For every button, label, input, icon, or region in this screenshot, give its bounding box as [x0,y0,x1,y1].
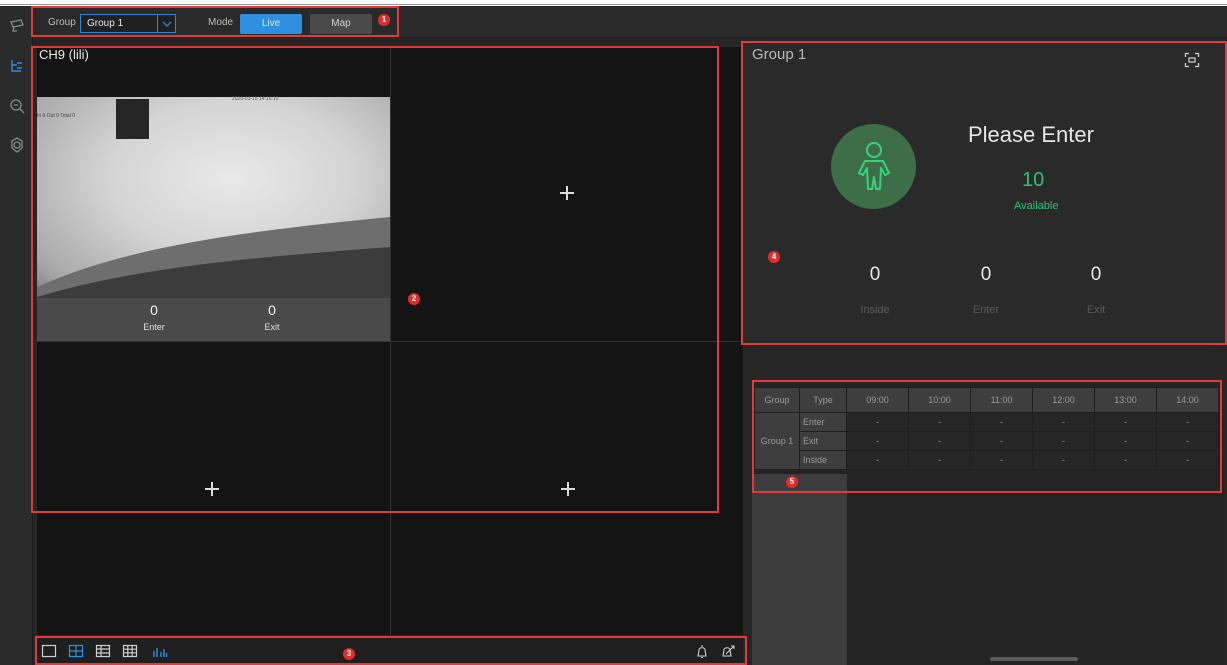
camera-feed[interactable] [37,97,390,298]
horizontal-scrollbar[interactable] [990,657,1078,661]
value-cell: - [1156,412,1219,432]
value-cell: - [908,450,971,470]
value-cell: - [908,412,971,432]
table-row: Exit - - - - - - [755,431,1219,451]
header-hour: 11:00 [970,387,1033,413]
value-cell: - [1032,431,1095,451]
value-cell: - [970,431,1033,451]
channel-title: CH9 (lili) [39,47,89,62]
value-cell: - [908,431,971,451]
window-top-edge [0,0,1227,5]
panel-enter-count: 0 [980,264,992,285]
group-select-value: Group 1 [87,18,124,29]
enter-count-block: 0 Enter [124,302,184,332]
value-cell: - [970,450,1033,470]
value-cell: - [970,412,1033,432]
header-hour: 09:00 [846,387,909,413]
annotation-marker: 1 [378,14,390,26]
people-counting-icon[interactable] [4,53,30,79]
value-cell: - [1032,412,1095,432]
group-select[interactable]: Group 1 [80,14,176,33]
stats-table: Group Type 09:00 10:00 11:00 12:00 13:00… [754,387,1219,470]
header-type: Type [799,387,847,413]
add-channel-icon[interactable] [560,186,574,200]
table-row: Group 1 Enter - - - - - - [754,412,1219,470]
exit-count-block: 0 Exit [242,302,302,332]
group-cell: Group 1 [754,412,800,470]
stats-table-side [752,474,847,665]
value-cell: - [1094,412,1157,432]
camera-icon[interactable] [4,12,30,38]
inside-count: 0 [869,264,881,285]
exit-count: 0 [268,302,276,318]
table-row: Inside - - - - - - [755,450,1219,470]
inside-stat: 0 Inside [845,264,905,316]
exit-stat: 0 Exit [1066,264,1126,316]
value-cell: - [1094,450,1157,470]
type-cell: Exit [799,431,847,451]
type-cell: Enter [799,412,847,432]
osd-counts: In 0 Out 0 Total 0 [37,113,75,119]
mode-live-button[interactable]: Live [240,14,302,34]
layout-4-icon[interactable] [68,643,84,659]
available-label: Available [1014,200,1059,212]
osd-timestamp: 2026-03-15 14:16:10 [232,96,279,102]
layout-9-icon[interactable] [122,643,138,659]
enter-stat: 0 Enter [956,264,1016,316]
panel-exit-count: 0 [1090,264,1102,285]
reset-count-icon[interactable] [720,643,736,659]
value-cell: - [846,450,909,470]
value-cell: - [1156,431,1219,451]
mode-label: Mode [208,17,234,28]
people-flow-icon[interactable] [152,643,168,659]
group-label: Group [48,17,76,28]
grid-divider-horizontal [37,341,743,342]
person-status-circle [831,124,916,209]
exit-label: Exit [264,322,280,332]
value-cell: - [1156,450,1219,470]
value-cell: - [1094,431,1157,451]
annotation-marker: 2 [408,293,420,305]
enter-count: 0 [150,302,158,318]
header-hour: 10:00 [908,387,971,413]
header-group: Group [754,387,800,413]
panel-enter-label: Enter [972,304,1000,316]
add-channel-icon[interactable] [205,482,219,496]
mode-map-button[interactable]: Map [310,14,372,34]
layout-1-icon[interactable] [41,643,57,659]
layout-6-icon[interactable] [95,643,111,659]
header-hour: 14:00 [1156,387,1219,413]
settings-icon[interactable] [4,132,30,158]
chevron-down-icon[interactable] [157,15,175,32]
annotation-marker: 5 [786,476,798,488]
header-hour: 13:00 [1094,387,1157,413]
value-cell: - [1032,450,1095,470]
search-icon[interactable] [4,93,30,119]
available-count: 10 [1022,169,1045,191]
enter-label: Enter [143,322,165,332]
panel-exit-label: Exit [1086,304,1106,316]
occupancy-group-title: Group 1 [752,46,807,63]
value-cell: - [846,431,909,451]
clear-alarm-icon[interactable] [694,643,710,659]
occupancy-status-text: Please Enter [968,122,1094,147]
fullscreen-icon[interactable] [1184,52,1200,68]
inside-label: Inside [860,304,890,316]
person-icon [857,141,890,190]
value-cell: - [846,412,909,432]
add-channel-icon[interactable] [561,482,575,496]
top-toolbar: Group Group 1 Mode Live Map [34,6,1227,38]
privacy-mask [116,99,149,139]
annotation-marker: 4 [768,251,780,263]
type-cell: Inside [799,450,847,470]
layout-toolbar [37,637,743,665]
channel-count-bar [37,298,390,341]
header-hour: 12:00 [1032,387,1095,413]
left-nav-rail [0,6,33,665]
annotation-marker: 3 [343,648,355,660]
